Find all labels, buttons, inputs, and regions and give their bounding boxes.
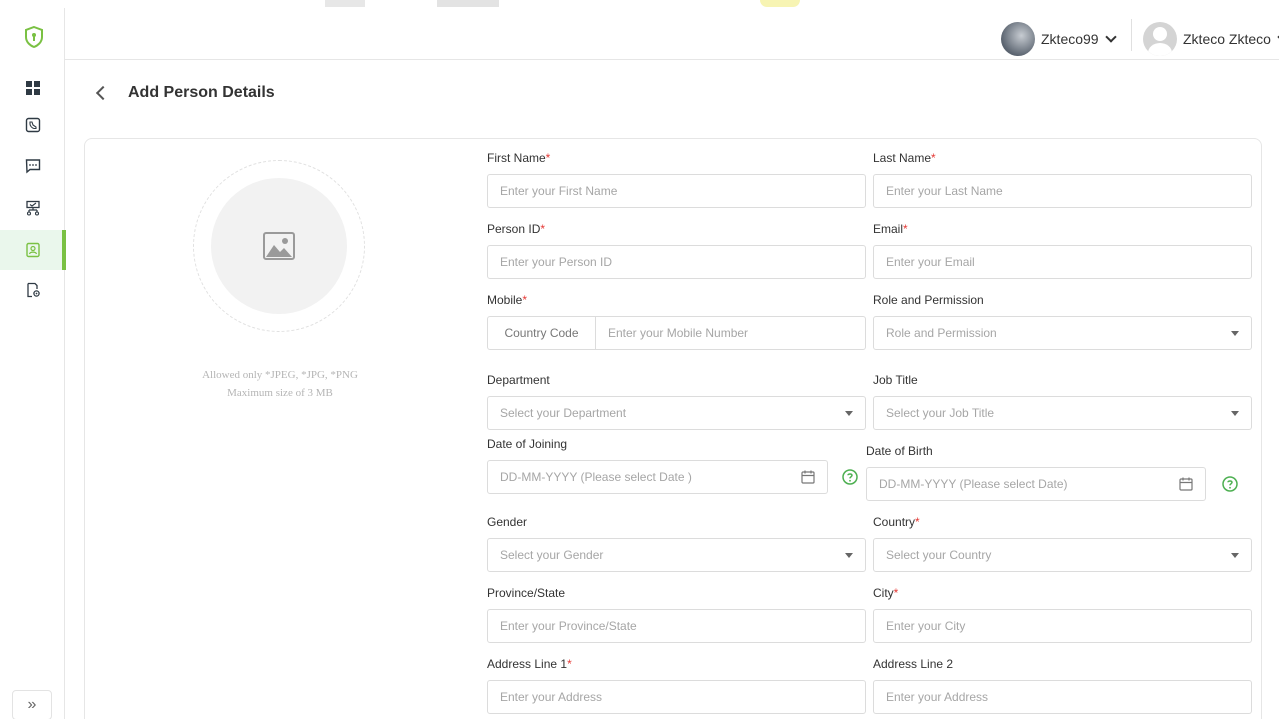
last-name-label: Last Name* (873, 151, 936, 165)
job-title-select[interactable]: Select your Job Title (873, 396, 1252, 430)
first-name-input[interactable]: Enter your First Name (487, 174, 866, 208)
province-label: Province/State (487, 586, 566, 600)
settings-icon (26, 282, 40, 298)
company-avatar (1001, 22, 1035, 56)
photo-hint-size: Maximum size of 3 MB (227, 387, 333, 399)
address-line1-label: Address Line 1* (487, 657, 572, 671)
top-strip-block (437, 0, 499, 7)
job-title-label: Job Title (873, 373, 918, 387)
shield-logo-icon[interactable] (24, 25, 44, 49)
sidebar-item-persons[interactable] (0, 230, 66, 270)
top-header: Zkteco99 Zkteco Zkteco (65, 8, 1279, 60)
province-input[interactable]: Enter your Province/State (487, 609, 866, 643)
chevron-down-icon (1104, 31, 1117, 43)
sidebar-item-dashboard[interactable] (0, 68, 65, 108)
top-strip-block (760, 0, 800, 7)
dropdown-caret-icon (1231, 331, 1239, 336)
city-input[interactable]: Enter your City (873, 609, 1252, 643)
role-select[interactable]: Role and Permission (873, 316, 1252, 350)
calendar-icon[interactable] (1179, 477, 1193, 491)
company-name: Zkteco99 (1041, 31, 1099, 47)
top-strip (0, 0, 1279, 8)
department-label: Department (487, 373, 550, 387)
person-card-icon (25, 242, 40, 258)
city-label: City* (873, 586, 899, 600)
page-header: Add Person Details (95, 84, 275, 102)
header-divider (1131, 19, 1132, 51)
organization-icon (25, 200, 40, 216)
first-name-label: First Name* (487, 151, 551, 165)
dropdown-caret-icon (1231, 411, 1239, 416)
date-of-birth-label: Date of Birth (866, 444, 933, 458)
photo-hint-formats: Allowed only *JPEG, *JPG, *PNG (202, 369, 358, 381)
address-line1-input[interactable]: Enter your Address (487, 680, 866, 714)
dashboard-icon (25, 81, 40, 95)
image-placeholder-icon (263, 232, 295, 260)
help-icon[interactable] (1222, 476, 1238, 492)
gender-select[interactable]: Select your Gender (487, 538, 866, 572)
gender-label: Gender (487, 515, 528, 529)
sidebar-item-messages[interactable] (0, 146, 65, 186)
calendar-icon[interactable] (801, 470, 815, 484)
mobile-input-group: Country Code Enter your Mobile Number (487, 316, 866, 350)
dropdown-caret-icon (1231, 553, 1239, 558)
sidebar: » (0, 8, 66, 719)
back-arrow-icon[interactable] (95, 85, 111, 101)
person-id-input[interactable]: Enter your Person ID (487, 245, 866, 279)
role-label: Role and Permission (873, 293, 984, 307)
email-label: Email* (873, 222, 908, 236)
country-select[interactable]: Select your Country (873, 538, 1252, 572)
user-menu[interactable]: Zkteco Zkteco (1143, 22, 1279, 56)
address-line2-label: Address Line 2 (873, 657, 954, 671)
photo-upload-area[interactable] (211, 178, 347, 314)
sidebar-item-organization[interactable] (0, 188, 65, 228)
date-of-birth-input[interactable]: DD-MM-YYYY (Please select Date) (866, 467, 1206, 501)
page-title: Add Person Details (128, 84, 275, 101)
user-avatar (1143, 22, 1177, 56)
mobile-label: Mobile* (487, 293, 528, 307)
sidebar-item-device[interactable] (0, 105, 65, 145)
mobile-number-input[interactable]: Enter your Mobile Number (608, 317, 748, 349)
department-select[interactable]: Select your Department (487, 396, 866, 430)
dropdown-caret-icon (845, 553, 853, 558)
country-label: Country* (873, 515, 920, 529)
date-of-joining-label: Date of Joining (487, 437, 568, 451)
country-code-select[interactable]: Country Code (488, 317, 596, 349)
device-icon (25, 117, 40, 133)
date-of-joining-input[interactable]: DD-MM-YYYY (Please select Date ) (487, 460, 828, 494)
dropdown-caret-icon (845, 411, 853, 416)
last-name-input[interactable]: Enter your Last Name (873, 174, 1252, 208)
sidebar-item-settings[interactable] (0, 270, 65, 310)
company-switcher[interactable]: Zkteco99 (1001, 22, 1119, 56)
user-name: Zkteco Zkteco (1183, 31, 1271, 47)
top-strip-block (325, 0, 365, 7)
photo-upload-hint: Allowed only *JPEG, *JPG, *PNG Maximum s… (160, 366, 400, 402)
message-icon (25, 159, 40, 174)
email-input[interactable]: Enter your Email (873, 245, 1252, 279)
sidebar-collapse-button[interactable]: » (12, 690, 52, 719)
person-id-label: Person ID* (487, 222, 546, 236)
address-line2-input[interactable]: Enter your Address (873, 680, 1252, 714)
help-icon[interactable] (842, 469, 858, 485)
